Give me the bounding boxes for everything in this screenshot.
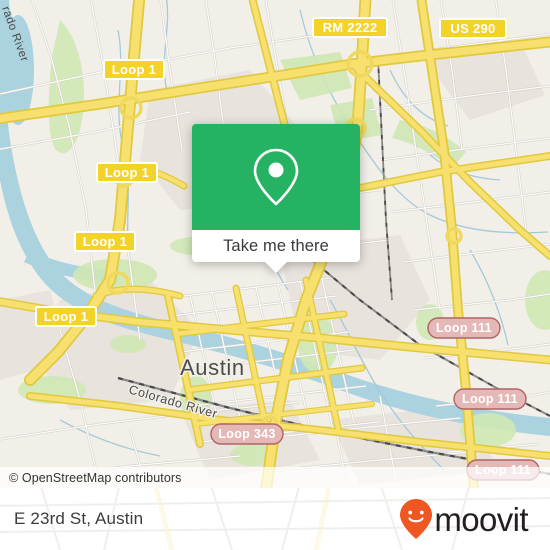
shield-loop343: Loop 343 [210,423,284,445]
moovit-map-screen: Colorado River rado River Austin Loop 1 … [0,0,550,550]
shield-loop1-b: Loop 1 [96,162,158,183]
svg-text:Loop 1: Loop 1 [112,62,156,77]
shield-loop111-a: Loop 111 [427,317,501,339]
callout-action-area[interactable]: Take me there [192,230,360,273]
svg-text:Loop 343: Loop 343 [218,427,275,441]
osm-attribution[interactable]: © OpenStreetMap contributors [0,467,550,489]
svg-text:Loop 111: Loop 111 [436,321,492,335]
shield-loop1-c: Loop 1 [74,231,136,252]
moovit-wordmark: moovit [434,500,528,538]
bottom-info-bar: E 23rd St, Austin moovit [0,488,550,550]
svg-text:Loop 1: Loop 1 [83,234,127,249]
shield-rm2222: RM 2222 [312,17,388,38]
destination-callout[interactable]: Take me there [192,124,360,273]
svg-text:Loop 1: Loop 1 [105,165,149,180]
svg-text:Loop 1: Loop 1 [44,309,88,324]
svg-text:RM 2222: RM 2222 [323,20,378,35]
place-name-label: E 23rd St, Austin [14,509,144,528]
svg-text:US 290: US 290 [450,21,495,36]
shield-loop1-a: Loop 1 [103,59,165,80]
map-pin-icon [253,148,299,206]
callout-pointer [265,262,287,273]
shield-loop1-d: Loop 1 [35,306,97,327]
svg-text:Loop 111: Loop 111 [462,392,518,406]
shield-loop111-b: Loop 111 [453,388,527,410]
moovit-logo: moovit [399,498,529,540]
take-me-there-label: Take me there [223,236,329,255]
osm-attribution-text: © OpenStreetMap contributors [9,471,182,485]
map-label-austin: Austin [180,355,245,380]
callout-icon-area [192,124,360,230]
moovit-pin-icon [400,499,433,539]
shield-us290: US 290 [439,18,507,39]
